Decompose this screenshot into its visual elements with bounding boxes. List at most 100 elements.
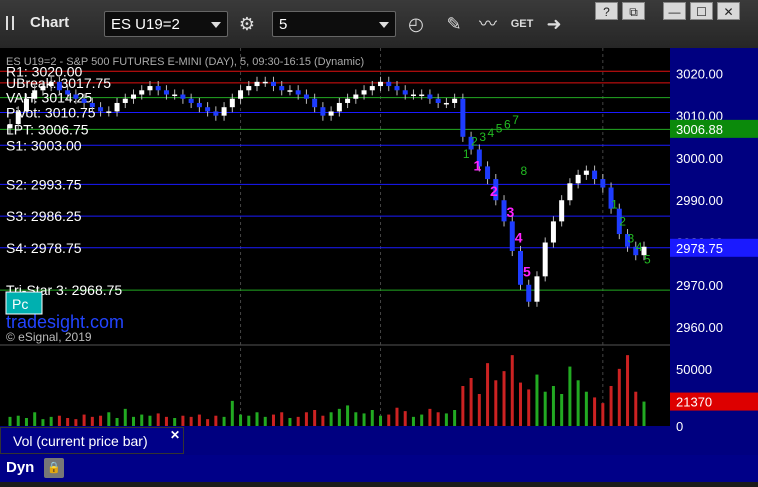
- interval-select[interactable]: 5: [272, 11, 396, 37]
- volume-bar: [206, 419, 210, 426]
- candle-body: [23, 98, 29, 112]
- volume-bar: [411, 416, 415, 426]
- close-button[interactable]: ✕: [717, 2, 740, 20]
- wave-count-label: 3: [628, 232, 635, 246]
- price-tick-label: 2970.00: [676, 278, 723, 293]
- close-icon[interactable]: ✕: [170, 428, 180, 442]
- volume-bar: [395, 407, 399, 426]
- pc-badge-label: Pc: [12, 296, 28, 312]
- watermark-copyright: © eSignal, 2019: [6, 330, 92, 344]
- volume-bar: [8, 416, 12, 426]
- volume-bar: [90, 416, 94, 426]
- candle-body: [427, 94, 433, 99]
- minimize-button[interactable]: —: [663, 2, 686, 20]
- candle-body: [246, 86, 252, 91]
- volume-bar: [502, 371, 506, 426]
- chevron-down-icon: [211, 22, 221, 28]
- volume-bar: [436, 412, 440, 426]
- volume-bar: [222, 416, 226, 426]
- wave-count-label: 4: [636, 240, 643, 254]
- price-tick-label: 2960.00: [676, 320, 723, 335]
- candle-body: [254, 81, 260, 87]
- candle-body: [550, 221, 556, 243]
- volume-bar: [362, 413, 366, 426]
- wave-count-label: 2: [619, 215, 626, 229]
- candle-body: [270, 81, 276, 87]
- volume-bar: [486, 363, 490, 426]
- candle-body: [56, 81, 62, 91]
- fib-count-label: 3: [506, 204, 514, 220]
- volume-bar: [560, 394, 564, 426]
- volume-bar: [469, 378, 473, 426]
- volume-bar: [642, 401, 646, 426]
- maximize-button[interactable]: ☐: [690, 2, 713, 20]
- volume-bar: [148, 415, 152, 426]
- get-icon[interactable]: GET: [508, 11, 536, 37]
- candle-body: [542, 242, 548, 277]
- chart-header: ES U19=2 - S&P 500 FUTURES E-MINI (DAY),…: [6, 56, 364, 68]
- candle-body: [279, 86, 285, 91]
- candle-body: [435, 98, 441, 103]
- price-tick-label: 3000.00: [676, 151, 723, 166]
- wave-count-label: 6: [504, 117, 511, 131]
- lock-icon[interactable]: 🔒: [44, 458, 64, 478]
- pencil-icon[interactable]: ✎: [440, 11, 468, 37]
- volume-bar: [387, 414, 391, 426]
- candle-body: [262, 81, 268, 84]
- symbol-select[interactable]: ES U19=2: [104, 11, 228, 37]
- study-icon[interactable]: 〰: [474, 11, 502, 37]
- gear-icon[interactable]: ⚙: [233, 11, 261, 37]
- candle-body: [139, 90, 145, 95]
- pivot-level-label: S2: 2993.75: [6, 176, 82, 192]
- volume-bar: [461, 386, 465, 426]
- candle-body: [229, 98, 235, 108]
- candle-body: [534, 276, 540, 302]
- fib-count-label: 1: [474, 158, 482, 174]
- price-tick-label: 2990.00: [676, 193, 723, 208]
- candle-body: [386, 81, 392, 87]
- price-chart[interactable]: R1: 3020.00UBreak: 3017.75VAH: 3014.25Pi…: [0, 48, 758, 482]
- volume-legend-label: Vol (current price bar): [13, 433, 148, 449]
- status-bar: [0, 455, 758, 482]
- volume-bar: [370, 410, 374, 426]
- volume-bar: [24, 418, 28, 426]
- volume-bar: [576, 380, 580, 426]
- candle-body: [65, 90, 71, 95]
- clock-icon[interactable]: ◴: [402, 11, 430, 37]
- volume-bar: [593, 397, 597, 426]
- volume-bar: [634, 391, 638, 426]
- arrow-right-icon[interactable]: ➜: [540, 11, 568, 37]
- volume-bar: [543, 391, 547, 426]
- chart-area[interactable]: R1: 3020.00 UBreak: 3017.75 VAH: 3014.25 Pi…: [0, 48, 758, 482]
- volume-bar: [271, 414, 275, 426]
- candle-body: [394, 86, 400, 91]
- volume-bar: [189, 416, 193, 426]
- candle-body: [213, 111, 219, 116]
- volume-bar: [617, 368, 621, 426]
- pivot-level-label: S1: 3003.00: [6, 137, 82, 153]
- help-button[interactable]: ?: [595, 2, 618, 20]
- candle-body: [131, 94, 137, 99]
- candle-body: [320, 107, 326, 116]
- pivot-level-label: S4: 2978.75: [6, 240, 82, 256]
- candle-body: [221, 107, 227, 116]
- pivot-level-label: S3: 2986.25: [6, 208, 82, 224]
- candle-body: [196, 102, 202, 108]
- fib-count-label: 2: [490, 183, 498, 199]
- restore-button[interactable]: ⧉: [622, 2, 645, 20]
- volume-bar: [379, 415, 383, 426]
- volume-bar: [304, 412, 308, 426]
- wave-count-label: 7: [512, 113, 519, 127]
- volume-bar: [99, 415, 103, 426]
- volume-bar: [337, 408, 341, 426]
- volume-bar: [420, 414, 424, 426]
- volume-bar: [346, 405, 350, 426]
- candle-body: [287, 90, 293, 92]
- candle-body: [402, 90, 408, 95]
- volume-bar: [214, 415, 218, 426]
- candle-body: [443, 102, 449, 105]
- candle-body: [7, 124, 13, 129]
- dyn-label: Dyn: [6, 459, 35, 476]
- volume-bar: [123, 408, 127, 426]
- volume-bar: [247, 415, 251, 426]
